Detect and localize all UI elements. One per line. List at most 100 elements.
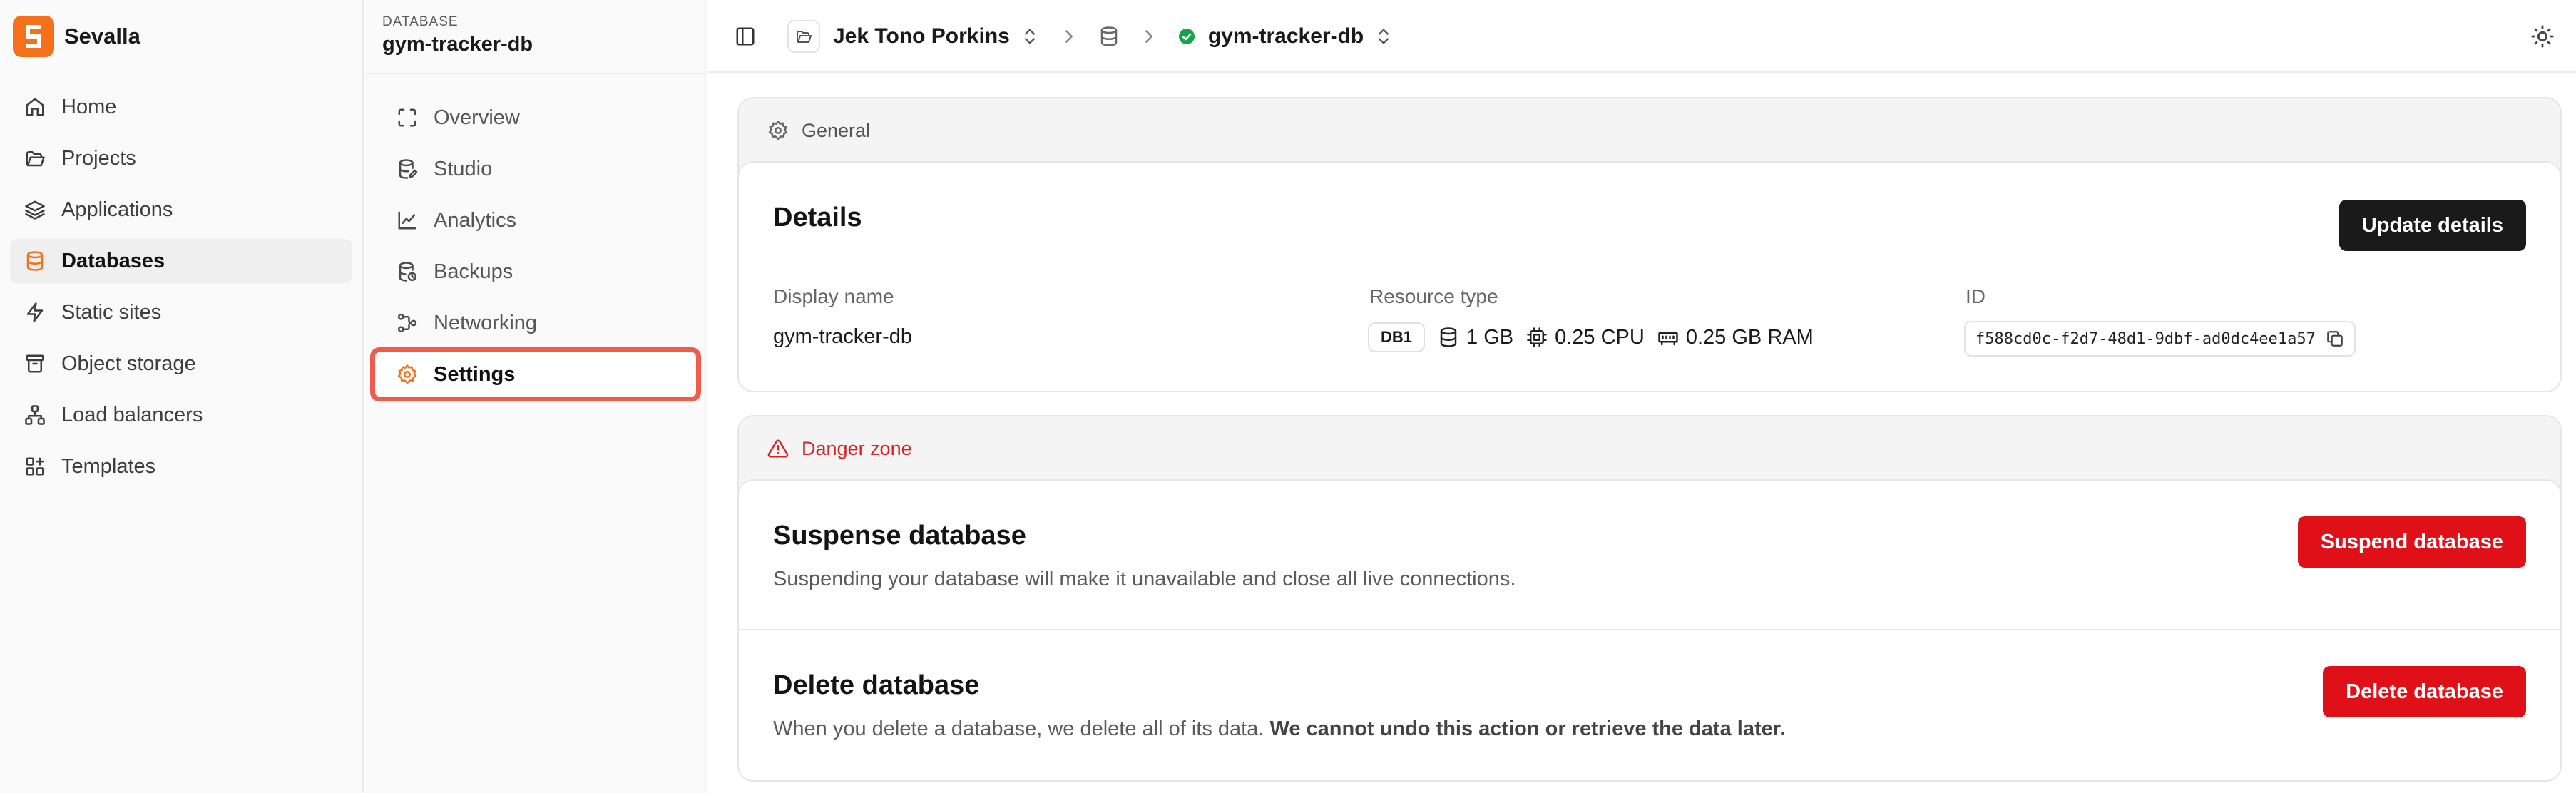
sidebar-item-projects[interactable]: Projects xyxy=(10,136,352,180)
chevron-right-icon xyxy=(1145,30,1152,43)
sidebar-item-label: Home xyxy=(61,95,117,118)
expand-icon xyxy=(398,108,416,127)
cpu-spec: 0.25 CPU xyxy=(1526,326,1645,349)
primary-nav: Home Projects Applications Databases Sta… xyxy=(10,85,352,496)
status-check-icon xyxy=(1178,29,1195,44)
delete-database-button[interactable]: Delete database xyxy=(2323,666,2526,717)
chevrons-up-down-icon[interactable] xyxy=(1374,26,1394,47)
chevrons-up-down-icon[interactable] xyxy=(1020,26,1040,47)
subnav-item-networking[interactable]: Networking xyxy=(375,301,696,345)
brand[interactable]: Sevalla xyxy=(13,16,140,57)
subnav-item-analytics[interactable]: Analytics xyxy=(375,198,696,242)
memory-icon xyxy=(1658,332,1678,346)
details-card: Details Update details Display name gym-… xyxy=(737,161,2562,392)
resource-type-label: Resource type xyxy=(1369,285,1498,307)
sidebar-item-databases[interactable]: Databases xyxy=(10,239,352,283)
sidebar-item-label: Projects xyxy=(61,146,136,170)
subnav-item-label: Backups xyxy=(434,260,513,283)
danger-zone-header: Danger zone xyxy=(739,416,2560,481)
sevalla-logo-icon xyxy=(13,16,54,57)
database-icon[interactable] xyxy=(1098,26,1120,47)
subnav-item-label: Networking xyxy=(434,311,538,334)
sidebar-item-load-balancers[interactable]: Load balancers xyxy=(10,393,352,437)
storage-value: 1 GB xyxy=(1466,325,1514,349)
sidebar-item-applications[interactable]: Applications xyxy=(10,188,352,232)
cpu-icon xyxy=(1527,327,1547,347)
sun-icon[interactable] xyxy=(2530,24,2555,48)
gear-icon xyxy=(768,121,788,140)
delete-title: Delete database xyxy=(773,670,980,700)
sidebar-item-label: Applications xyxy=(61,198,173,221)
ram-value: 0.25 GB RAM xyxy=(1685,325,1814,349)
subnav-item-label: Settings xyxy=(434,362,516,386)
delete-description-text: When you delete a database, we delete al… xyxy=(773,717,1264,740)
danger-zone-panel: Danger zone Suspense database Suspending… xyxy=(737,415,2562,782)
suspend-database-button[interactable]: Suspend database xyxy=(2297,516,2526,568)
primary-sidebar: Sevalla Home Projects Applications Datab… xyxy=(0,0,364,793)
layers-icon xyxy=(25,200,45,220)
subnav-item-studio[interactable]: Studio xyxy=(375,147,696,191)
resource-type-value: DB1 1 GB 0.25 CPU 0.25 GB RAM xyxy=(1368,322,1814,352)
storage-spec: 1 GB xyxy=(1438,326,1513,349)
details-title: Details xyxy=(773,203,862,232)
divider xyxy=(365,73,705,74)
copy-icon[interactable] xyxy=(2326,329,2344,348)
database-kicker: DATABASE xyxy=(382,14,459,29)
database-edit-icon xyxy=(399,159,418,179)
top-bar: Jek Tono Porkins gym-tracker-db xyxy=(707,0,2576,73)
display-name-value: gym-tracker-db xyxy=(773,325,912,348)
project-switcher[interactable]: Jek Tono Porkins xyxy=(833,24,1010,48)
general-panel: General Details Update details Display n… xyxy=(737,97,2562,392)
sidebar-item-static-sites[interactable]: Static sites xyxy=(10,290,352,334)
subnav-item-label: Studio xyxy=(434,157,493,180)
id-value: f588cd0c-f2d7-48d1-9dbf-ad0dc4ee1a57 xyxy=(1976,329,2316,348)
network-icon xyxy=(25,405,45,425)
home-icon xyxy=(26,98,44,116)
subnav-item-label: Analytics xyxy=(434,208,517,232)
delete-description: When you delete a database, we delete al… xyxy=(773,717,1785,741)
delete-description-warning: We cannot undo this action or retrieve t… xyxy=(1269,717,1786,740)
breadcrumb: Jek Tono Porkins gym-tracker-db xyxy=(787,19,1394,54)
suspend-description: Suspending your database will make it un… xyxy=(773,568,1516,590)
database-sidebar: DATABASE gym-tracker-db Overview Studio … xyxy=(365,0,706,793)
chevron-right-icon xyxy=(1065,30,1073,43)
section-title: General xyxy=(802,119,871,141)
sidebar-item-label: Templates xyxy=(61,454,156,478)
project-folder-icon xyxy=(787,20,820,53)
delete-database-row: Delete database When you delete a databa… xyxy=(739,629,2560,777)
suspend-title: Suspense database xyxy=(773,521,1026,551)
database-switcher[interactable]: gym-tracker-db xyxy=(1208,24,1364,48)
sidebar-item-templates[interactable]: Templates xyxy=(10,444,352,488)
display-name-label: Display name xyxy=(773,285,894,307)
sidebar-item-home[interactable]: Home xyxy=(10,85,352,129)
sidebar-item-label: Static sites xyxy=(61,300,162,324)
database-header: DATABASE gym-tracker-db xyxy=(382,14,533,56)
update-details-button[interactable]: Update details xyxy=(2339,200,2526,251)
section-title: Danger zone xyxy=(802,437,912,459)
subnav-item-overview[interactable]: Overview xyxy=(375,96,696,140)
general-header: General xyxy=(739,98,2560,163)
sidebar-toggle-icon[interactable] xyxy=(735,26,756,47)
bolt-icon xyxy=(26,302,44,322)
sidebar-item-label: Object storage xyxy=(61,352,196,375)
chart-line-icon xyxy=(398,211,416,230)
sidebar-item-label: Databases xyxy=(61,249,165,272)
subnav-item-backups[interactable]: Backups xyxy=(375,250,696,294)
database-title: gym-tracker-db xyxy=(382,33,533,56)
warning-triangle-icon xyxy=(767,439,789,458)
cpu-value: 0.25 CPU xyxy=(1555,325,1645,349)
folder-icon xyxy=(26,151,45,167)
brand-name: Sevalla xyxy=(64,24,140,48)
database-backup-icon xyxy=(399,262,417,282)
sidebar-item-label: Load balancers xyxy=(61,403,203,426)
subnav-item-settings[interactable]: Settings xyxy=(370,347,701,401)
id-label: ID xyxy=(1966,285,1985,307)
ram-spec: 0.25 GB RAM xyxy=(1657,326,1814,349)
tier-badge: DB1 xyxy=(1368,322,1426,352)
workflow-icon xyxy=(397,313,417,333)
database-nav: Overview Studio Analytics Backups Networ… xyxy=(370,96,701,404)
danger-zone-card: Suspense database Suspending your databa… xyxy=(737,479,2562,782)
database-icon xyxy=(1440,327,1457,347)
sidebar-item-object-storage[interactable]: Object storage xyxy=(10,342,352,386)
database-icon xyxy=(26,251,44,271)
